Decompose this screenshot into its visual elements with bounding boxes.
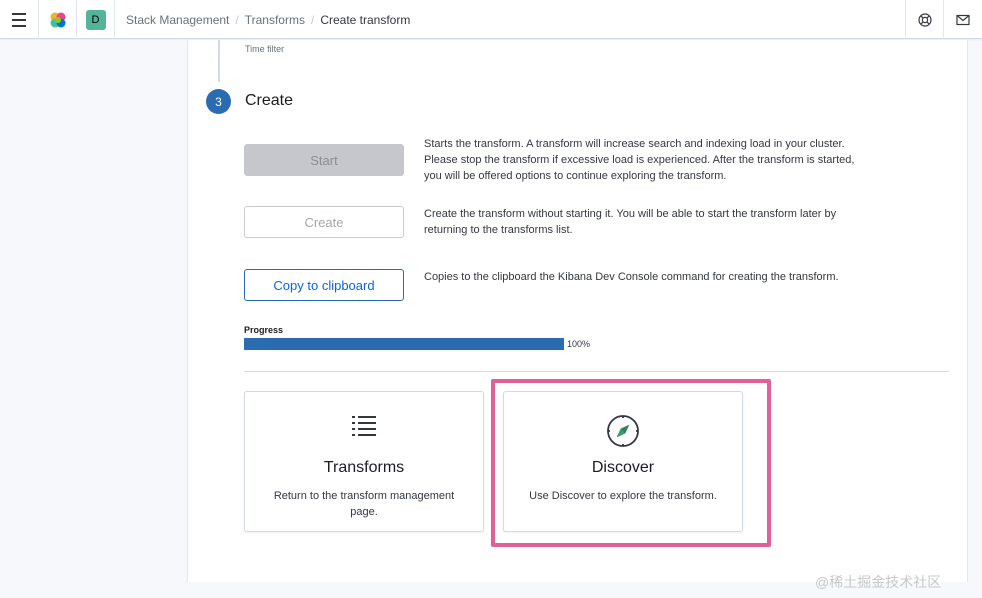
transforms-card-title: Transforms	[323, 459, 405, 476]
start-button[interactable]: Start	[244, 144, 404, 176]
breadcrumb-stack-management[interactable]: Stack Management	[126, 13, 229, 27]
copy-description: Copies to the clipboard the Kibana Dev C…	[424, 271, 839, 283]
top-header: D Stack Management / Transforms / Create…	[0, 0, 982, 39]
progress-percentage: 100%	[567, 339, 591, 349]
watermark-text: @稀土掘金技术社区	[815, 574, 942, 590]
space-avatar: D	[85, 9, 106, 30]
previous-step-label: Time filter	[245, 44, 285, 54]
transforms-card-description: Return to the transform management page.	[273, 490, 455, 518]
list-icon	[352, 416, 376, 436]
mail-icon	[955, 14, 970, 25]
start-description: Starts the transform. A transform will i…	[424, 138, 855, 182]
breadcrumb-separator: /	[310, 12, 315, 27]
discover-card[interactable]: Discover Use Discover to explore the tra…	[503, 391, 743, 532]
step-title: Create	[245, 92, 294, 109]
elastic-logo-icon	[50, 12, 65, 27]
newsfeed-button[interactable]	[943, 0, 981, 39]
discover-card-title: Discover	[591, 459, 655, 476]
page-left-gutter	[0, 40, 187, 598]
help-button[interactable]	[905, 0, 943, 39]
step-connector-line	[218, 40, 220, 82]
breadcrumb-transforms[interactable]: Transforms	[245, 13, 305, 27]
progress-bar-fill	[244, 338, 564, 350]
progress-label: Progress	[244, 325, 284, 335]
section-divider	[244, 371, 949, 372]
progress-bar	[244, 338, 564, 350]
breadcrumb-create-transform: Create transform	[320, 12, 411, 27]
breadcrumb-separator: /	[235, 12, 239, 27]
space-selector[interactable]: D	[77, 0, 115, 39]
copy-to-clipboard-button[interactable]: Copy to clipboard	[244, 269, 404, 301]
create-description: Create the transform without starting it…	[424, 208, 837, 236]
hamburger-icon	[12, 11, 26, 29]
help-icon	[917, 12, 932, 27]
step-number-badge: 3	[206, 89, 231, 114]
discover-card-description: Use Discover to explore the transform.	[529, 490, 717, 502]
menu-button[interactable]	[0, 0, 39, 39]
transforms-card[interactable]: Transforms Return to the transform manag…	[244, 391, 484, 532]
compass-icon	[607, 415, 639, 447]
elastic-logo[interactable]	[39, 0, 77, 39]
create-button[interactable]: Create	[244, 206, 404, 238]
breadcrumb: Stack Management / Transforms / Create t…	[126, 0, 410, 39]
